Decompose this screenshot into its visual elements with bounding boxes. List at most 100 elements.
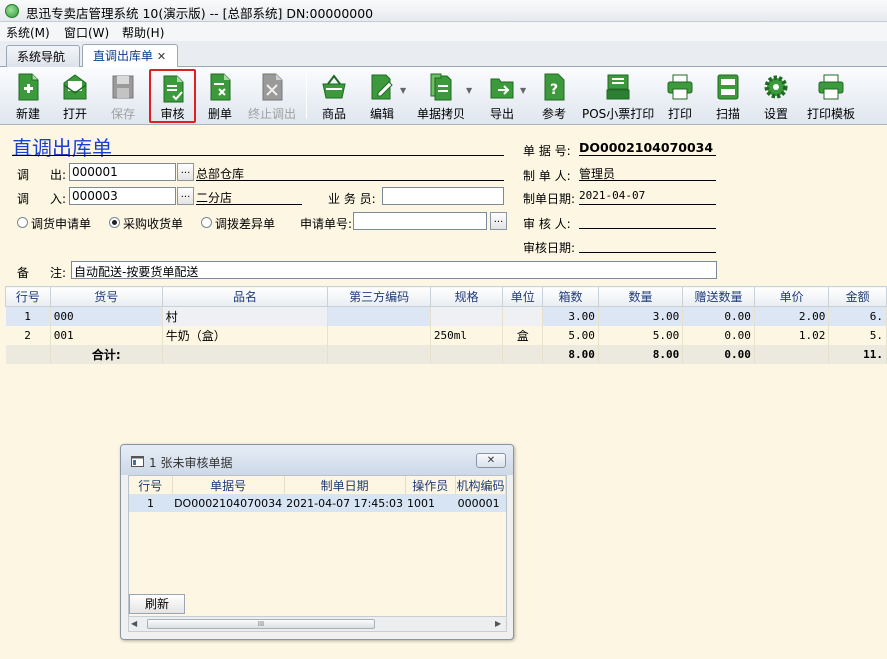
col-header-org-code[interactable]: 机构编码 — [455, 476, 506, 494]
row-amount[interactable]: 6. — [828, 306, 887, 326]
out-branch-code-input[interactable]: 000001 — [69, 163, 176, 181]
row-spec[interactable]: 250ml — [430, 325, 504, 345]
close-tab-icon[interactable]: ✕ — [157, 50, 166, 63]
total-boxes: 8.00 — [542, 344, 599, 364]
auditor-value — [579, 213, 716, 229]
edit-button[interactable]: 编辑 — [360, 69, 404, 123]
copy-document-button[interactable]: 单据拷贝 — [414, 69, 468, 123]
table-row[interactable]: 1 000 村 3.00 3.00 0.00 2.00 6. — [5, 306, 887, 326]
row-doc-no[interactable]: DO0002104070034 — [172, 494, 285, 512]
col-header-price[interactable]: 单价 — [753, 286, 830, 307]
col-header-operator[interactable]: 操作员 — [405, 476, 457, 494]
col-header-gift[interactable]: 赠送数量 — [682, 286, 755, 307]
row-third-party-code[interactable] — [327, 306, 431, 326]
row-price[interactable]: 2.00 — [754, 306, 830, 326]
scan-button[interactable]: 扫描 — [706, 69, 750, 123]
pos-print-button[interactable]: POS小票打印 — [582, 69, 654, 123]
refresh-button[interactable]: 刷新 — [129, 594, 185, 614]
in-branch-browse-button[interactable]: ... — [177, 187, 194, 205]
total-spacer — [5, 344, 51, 364]
audit-button[interactable]: 审核 — [149, 69, 196, 123]
copy-dropdown-arrow-icon[interactable]: ▼ — [466, 86, 472, 95]
remark-input[interactable]: 自动配送-按要货单配送 — [71, 261, 717, 279]
reference-label: 参考 — [541, 107, 566, 121]
col-header-third-party[interactable]: 第三方编码 — [327, 286, 431, 307]
col-header-amount[interactable]: 金额 — [828, 286, 887, 307]
delete-button[interactable]: 删单 — [198, 69, 242, 123]
scroll-thumb[interactable]: III — [147, 619, 375, 629]
row-boxes[interactable]: 3.00 — [542, 306, 599, 326]
audit-date-label: 审核日期: — [523, 241, 576, 255]
col-header-unit[interactable]: 单位 — [502, 286, 544, 307]
radio-request-order[interactable] — [17, 217, 28, 228]
salesman-label: 业 务 员: — [328, 192, 376, 206]
row-make-date[interactable]: 2021-04-07 17:45:03 — [284, 494, 405, 512]
row-gift-qty[interactable]: 0.00 — [682, 325, 755, 345]
col-header-line[interactable]: 行号 — [5, 286, 51, 307]
row-third-party-code[interactable] — [327, 325, 431, 345]
row-item-name[interactable]: 村 — [162, 306, 329, 326]
col-header-qty[interactable]: 数量 — [597, 286, 684, 307]
request-no-input[interactable] — [353, 212, 487, 230]
save-button[interactable]: 保存 — [100, 69, 146, 123]
print-template-button[interactable]: 打印模板 — [802, 69, 860, 123]
maker-label: 制 单 人: — [523, 169, 571, 183]
radio-transfer-diff[interactable] — [201, 217, 212, 228]
goods-button[interactable]: 商品 — [312, 69, 356, 123]
export-button[interactable]: 导出 — [480, 69, 524, 123]
app-logo-icon — [5, 4, 19, 18]
menu-help[interactable]: 帮助(H) — [122, 24, 164, 41]
row-qty[interactable]: 3.00 — [598, 306, 684, 326]
col-header-code[interactable]: 货号 — [49, 286, 163, 307]
export-dropdown-arrow-icon[interactable]: ▼ — [520, 86, 526, 95]
col-header-boxes[interactable]: 箱数 — [542, 286, 599, 307]
row-qty[interactable]: 5.00 — [598, 325, 684, 345]
col-header-doc-no[interactable]: 单据号 — [172, 476, 285, 494]
settings-button[interactable]: 设置 — [754, 69, 798, 123]
table-row[interactable]: 2 001 牛奶（盒） 250ml 盒 5.00 5.00 0.00 1.02 … — [5, 325, 887, 345]
row-spec[interactable] — [430, 306, 504, 326]
row-item-code[interactable]: 000 — [50, 306, 163, 326]
row-unit[interactable]: 盒 — [502, 325, 544, 345]
tab-direct-outbound[interactable]: 直调出库单 ✕ — [82, 44, 178, 68]
new-button[interactable]: 新建 — [6, 69, 50, 123]
menu-window[interactable]: 窗口(W) — [64, 24, 109, 41]
dialog-close-button[interactable]: ✕ — [476, 453, 506, 468]
reference-button[interactable]: ? 参考 — [532, 69, 576, 123]
row-boxes[interactable]: 5.00 — [542, 325, 599, 345]
row-item-name[interactable]: 牛奶（盒） — [162, 325, 329, 345]
scroll-right-arrow-icon[interactable]: ▶ — [495, 619, 501, 628]
row-price[interactable]: 1.02 — [754, 325, 830, 345]
toolbar-separator — [306, 73, 307, 119]
scroll-left-arrow-icon[interactable]: ◀ — [131, 619, 137, 628]
col-header-make-date[interactable]: 制单日期 — [284, 476, 406, 494]
total-spacer — [754, 344, 830, 364]
salesman-input[interactable] — [382, 187, 504, 205]
row-org-code[interactable]: 000001 — [455, 494, 506, 512]
print-button[interactable]: 打印 — [658, 69, 702, 123]
row-amount[interactable]: 5. — [828, 325, 887, 345]
col-header-spec[interactable]: 规格 — [429, 286, 504, 307]
table-row[interactable]: 1 DO0002104070034 2021-04-07 17:45:03 10… — [129, 494, 506, 512]
stop-transfer-button[interactable]: 终止调出 — [244, 69, 300, 123]
tab-system-navigation[interactable]: 系统导航 — [6, 45, 80, 67]
row-operator[interactable]: 1001 — [405, 494, 456, 512]
row-gift-qty[interactable]: 0.00 — [682, 306, 755, 326]
radio-purchase-receipt[interactable] — [109, 217, 120, 228]
delete-label: 删单 — [207, 107, 232, 121]
title-bar: 思迅专卖店管理系统 10(演示版) -- [总部系统] DN:00000000 — [0, 0, 887, 22]
in-branch-code-input[interactable]: 000003 — [69, 187, 176, 205]
menu-system[interactable]: 系统(M) — [6, 24, 50, 41]
print-label: 打印 — [667, 107, 692, 121]
col-header-line[interactable]: 行号 — [129, 476, 173, 494]
total-gift: 0.00 — [682, 344, 755, 364]
row-item-code[interactable]: 001 — [50, 325, 163, 345]
request-no-browse-button[interactable]: ... — [490, 212, 507, 230]
open-button[interactable]: 打开 — [52, 69, 98, 123]
out-branch-browse-button[interactable]: ... — [177, 163, 194, 181]
edit-dropdown-arrow-icon[interactable]: ▼ — [400, 86, 406, 95]
remark-label-b: 注: — [50, 266, 67, 280]
col-header-name[interactable]: 品名 — [161, 286, 329, 307]
horizontal-scrollbar[interactable]: ◀ III ▶ — [128, 616, 507, 632]
row-unit[interactable] — [502, 306, 544, 326]
